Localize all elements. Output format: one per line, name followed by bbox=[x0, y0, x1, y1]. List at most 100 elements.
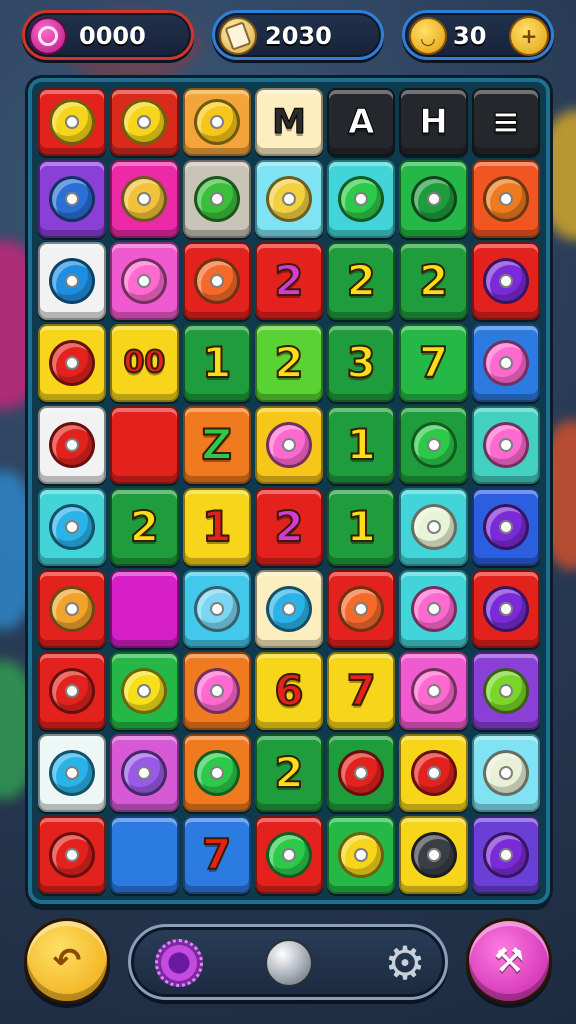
board-tile[interactable]: 1 bbox=[182, 324, 251, 402]
board-tile[interactable] bbox=[254, 160, 324, 238]
slash-icon bbox=[338, 586, 385, 632]
board-tile[interactable]: 2 bbox=[110, 488, 179, 566]
header-tile[interactable]: H bbox=[399, 88, 468, 156]
header-tile[interactable]: A bbox=[327, 88, 396, 156]
board-tile[interactable]: 1 bbox=[182, 488, 251, 566]
board-tile[interactable] bbox=[327, 734, 396, 812]
board-tile[interactable] bbox=[182, 652, 251, 730]
board-tile[interactable] bbox=[471, 734, 540, 812]
board-tile[interactable] bbox=[38, 324, 107, 402]
board-tile[interactable] bbox=[38, 488, 107, 566]
board-tile[interactable] bbox=[38, 734, 107, 812]
pink-creature-icon bbox=[410, 586, 457, 632]
board-tile[interactable]: 6 bbox=[254, 652, 324, 730]
board-tile[interactable] bbox=[38, 160, 107, 238]
undo-button[interactable]: ↶ bbox=[24, 918, 110, 1004]
board-tile[interactable] bbox=[38, 406, 107, 484]
board-tile[interactable] bbox=[471, 652, 540, 730]
board-tile[interactable] bbox=[399, 406, 468, 484]
board-tile[interactable] bbox=[110, 160, 179, 238]
board-tile[interactable]: 2 bbox=[254, 324, 324, 402]
scrolls-value: 2030 bbox=[265, 22, 332, 50]
board-tile[interactable] bbox=[182, 242, 251, 320]
board-tile[interactable] bbox=[254, 816, 324, 894]
header-tile[interactable] bbox=[110, 88, 179, 156]
magic-wand-icon: ⚒ bbox=[493, 941, 525, 981]
header-tile[interactable]: M bbox=[254, 88, 324, 156]
board-tile[interactable] bbox=[399, 816, 468, 894]
board-tile[interactable] bbox=[471, 242, 540, 320]
board-tile[interactable]: Z bbox=[182, 406, 251, 484]
board-tile[interactable]: 2 bbox=[399, 242, 468, 320]
board-tile[interactable] bbox=[110, 570, 179, 648]
board-tile[interactable]: 7 bbox=[399, 324, 468, 402]
smiley-icon bbox=[338, 832, 385, 878]
tile-label: 1 bbox=[346, 502, 377, 551]
board-tile[interactable]: 2 bbox=[254, 488, 324, 566]
red-button-icon bbox=[49, 422, 96, 468]
board-tile[interactable] bbox=[110, 816, 179, 894]
board-tile[interactable] bbox=[110, 242, 179, 320]
board-tile[interactable] bbox=[399, 570, 468, 648]
green-button-icon bbox=[410, 422, 457, 468]
tile-label: 1 bbox=[201, 338, 232, 387]
scrolls-counter[interactable]: 2030 bbox=[212, 10, 384, 60]
board-tile[interactable] bbox=[471, 406, 540, 484]
board-tile[interactable] bbox=[110, 652, 179, 730]
board-tile[interactable] bbox=[182, 734, 251, 812]
board-tile[interactable]: 2 bbox=[327, 242, 396, 320]
stone-icon bbox=[410, 832, 457, 878]
tile-label: 3 bbox=[346, 338, 377, 387]
board-tile[interactable]: 2 bbox=[254, 242, 324, 320]
board-tile[interactable] bbox=[471, 488, 540, 566]
ornament-icon bbox=[121, 99, 168, 145]
silver-ball-icon[interactable] bbox=[265, 939, 313, 987]
board-tile[interactable] bbox=[327, 816, 396, 894]
board-tile[interactable] bbox=[471, 324, 540, 402]
board-tile[interactable]: 7 bbox=[182, 816, 251, 894]
header-tile[interactable]: ≡ bbox=[471, 88, 540, 156]
orange-fruit-icon bbox=[482, 176, 529, 222]
red-button-icon bbox=[49, 832, 96, 878]
board-tile[interactable] bbox=[38, 242, 107, 320]
board-tile[interactable] bbox=[399, 160, 468, 238]
board-tile[interactable] bbox=[327, 570, 396, 648]
board-tile[interactable] bbox=[399, 488, 468, 566]
board-tile[interactable] bbox=[254, 570, 324, 648]
board-tile[interactable]: 3 bbox=[327, 324, 396, 402]
tile-label: 2 bbox=[273, 502, 304, 551]
board-tile[interactable] bbox=[182, 160, 251, 238]
board-tile[interactable] bbox=[38, 652, 107, 730]
board-tile[interactable] bbox=[471, 816, 540, 894]
board-tile[interactable] bbox=[327, 160, 396, 238]
board-tile[interactable]: 7 bbox=[327, 652, 396, 730]
header-tile[interactable] bbox=[38, 88, 107, 156]
board-tile[interactable] bbox=[38, 816, 107, 894]
board-tile[interactable] bbox=[182, 570, 251, 648]
board-tile[interactable] bbox=[38, 570, 107, 648]
purple-badge-icon[interactable] bbox=[155, 939, 203, 987]
coin-plus-icon[interactable]: + bbox=[509, 16, 549, 56]
board-tile[interactable]: 1 bbox=[327, 406, 396, 484]
beach-ball-icon bbox=[265, 586, 312, 632]
magic-wand-button[interactable]: ⚒ bbox=[466, 918, 552, 1004]
board-tile[interactable] bbox=[471, 570, 540, 648]
board-tile[interactable] bbox=[471, 160, 540, 238]
board-tile[interactable] bbox=[110, 734, 179, 812]
board-tile[interactable]: 00 bbox=[110, 324, 179, 402]
tile-label: 2 bbox=[273, 338, 304, 387]
board-tile[interactable] bbox=[110, 406, 179, 484]
board-tile[interactable]: 1 bbox=[327, 488, 396, 566]
board-tile[interactable]: 2 bbox=[254, 734, 324, 812]
gems-counter[interactable]: 0000 bbox=[22, 10, 194, 60]
board-tile[interactable] bbox=[399, 734, 468, 812]
board-tile[interactable] bbox=[399, 652, 468, 730]
purple-stick-icon bbox=[121, 750, 168, 796]
board-tile[interactable] bbox=[254, 406, 324, 484]
tile-label: 00 bbox=[123, 345, 167, 380]
green-apple-icon bbox=[193, 176, 240, 222]
header-tile[interactable] bbox=[182, 88, 251, 156]
gear-icon[interactable]: ⚙ bbox=[381, 939, 429, 987]
coins-counter[interactable]: 30 + bbox=[402, 10, 554, 60]
tile-label: 2 bbox=[346, 256, 377, 305]
